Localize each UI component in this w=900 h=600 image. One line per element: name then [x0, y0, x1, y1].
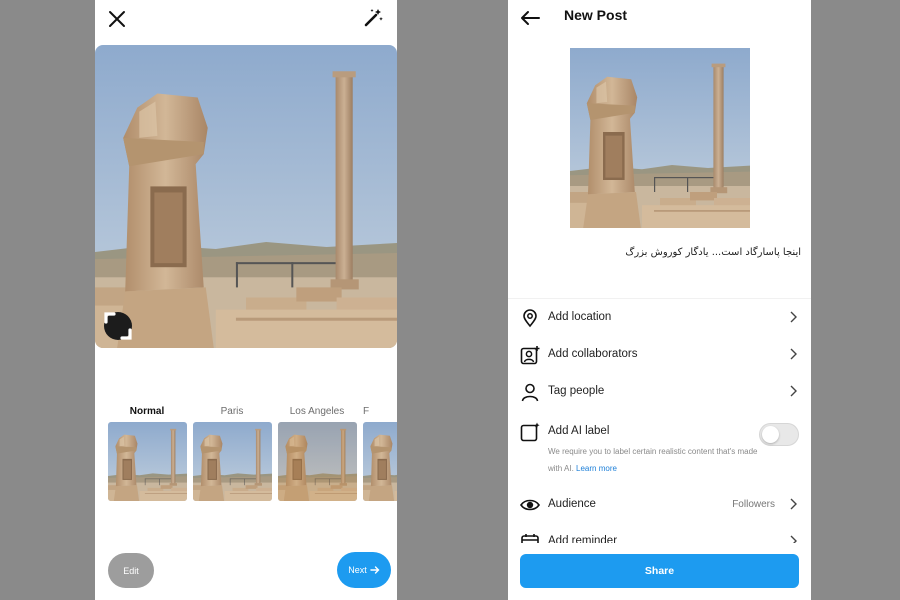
location-pin-icon	[523, 309, 537, 328]
divider	[508, 298, 811, 299]
bottom-action-bar: Share	[508, 543, 811, 600]
post-photo-thumbnail	[570, 48, 750, 228]
ai-label-toggle[interactable]	[759, 423, 799, 446]
back-arrow-icon[interactable]	[518, 7, 542, 29]
close-icon[interactable]	[105, 7, 129, 31]
audience-label: Audience	[548, 498, 596, 510]
chevron-right-icon	[790, 385, 797, 397]
filter-label-next[interactable]: F	[363, 406, 383, 417]
collaborators-icon	[520, 346, 540, 365]
filter-label-normal[interactable]: Normal	[107, 406, 187, 417]
audience-row[interactable]: Audience Followers	[508, 489, 811, 519]
person-icon	[521, 383, 539, 402]
next-button[interactable]: Next	[337, 552, 391, 588]
edit-button[interactable]: Edit	[108, 553, 154, 588]
eye-icon	[520, 499, 540, 511]
caption-text[interactable]: اینجا پاسارگاد است... یادگار کوروش بزرگ	[625, 247, 801, 258]
add-collaborators-row[interactable]: Add collaborators	[508, 339, 811, 369]
learn-more-link[interactable]: Learn more	[576, 464, 617, 473]
page-title: New Post	[564, 7, 628, 23]
filter-screen: Normal Paris Los Angeles F Edit Next	[95, 0, 397, 600]
ai-label-description: We require you to label certain realisti…	[548, 443, 758, 477]
share-button[interactable]: Share	[520, 554, 799, 588]
filter-label-los-angeles[interactable]: Los Angeles	[277, 406, 357, 417]
ai-label-icon	[520, 422, 540, 442]
audience-value: Followers	[732, 499, 775, 510]
new-post-screen: New Post اینجا پاسارگاد است... یادگار کو…	[508, 0, 811, 600]
tag-people-row[interactable]: Tag people	[508, 376, 811, 406]
filter-thumb-next[interactable]	[363, 422, 397, 501]
chevron-right-icon	[790, 348, 797, 360]
next-button-label: Next	[348, 565, 367, 575]
add-ai-label-label: Add AI label	[548, 425, 610, 437]
magic-wand-icon[interactable]	[361, 6, 385, 30]
tag-people-label: Tag people	[548, 385, 605, 397]
toggle-knob	[762, 426, 779, 443]
filter-label-paris[interactable]: Paris	[192, 406, 272, 417]
expand-icon[interactable]	[104, 312, 132, 340]
add-location-row[interactable]: Add location	[508, 302, 811, 332]
filter-thumb-los-angeles[interactable]	[278, 422, 357, 501]
arrow-right-icon	[370, 566, 380, 574]
chevron-right-icon	[790, 498, 797, 510]
add-location-label: Add location	[548, 311, 612, 323]
filter-thumb-normal[interactable]	[108, 422, 187, 501]
filter-thumb-paris[interactable]	[193, 422, 272, 501]
chevron-right-icon	[790, 311, 797, 323]
main-photo-preview	[95, 45, 397, 348]
add-collaborators-label: Add collaborators	[548, 348, 638, 360]
